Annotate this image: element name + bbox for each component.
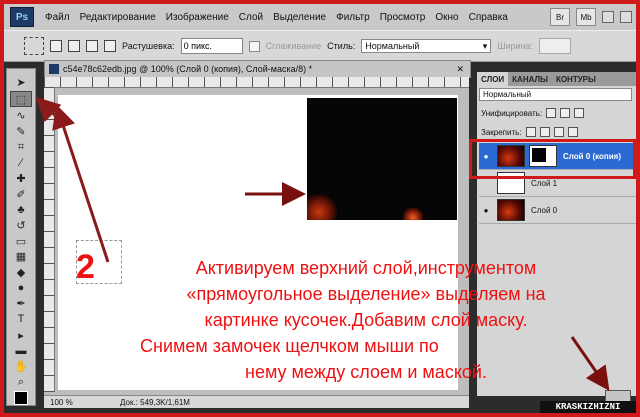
antialias-label: Сглаживание bbox=[265, 41, 322, 51]
menu-bar: Ps Файл Редактирование Изображение Слой … bbox=[4, 4, 636, 30]
shape-tool-icon[interactable]: ▬ bbox=[11, 343, 31, 358]
menu-edit[interactable]: Редактирование bbox=[75, 12, 161, 23]
document-tab[interactable]: c54e78c62edb.jpg @ 100% (Слой 0 (копия),… bbox=[44, 60, 471, 78]
screen-mode-icon[interactable] bbox=[620, 11, 632, 23]
blend-mode-select[interactable]: Нормальный bbox=[479, 88, 632, 101]
lock-row: Закрепить: bbox=[481, 127, 578, 137]
add-selection-icon[interactable] bbox=[68, 40, 80, 52]
clone-stamp-tool-icon[interactable]: ♣ bbox=[11, 202, 31, 217]
lock-all-icon[interactable] bbox=[567, 127, 578, 137]
unify-row: Унифицировать: bbox=[481, 108, 585, 118]
lock-position-icon[interactable] bbox=[553, 127, 564, 137]
width-input[interactable] bbox=[539, 38, 572, 54]
layers-panel-tabs: СЛОИ КАНАЛЫ КОНТУРЫ bbox=[477, 72, 636, 86]
tab-channels[interactable]: КАНАЛЫ bbox=[508, 75, 552, 84]
photoshop-logo: Ps bbox=[10, 7, 34, 27]
path-selection-tool-icon[interactable]: ▸ bbox=[11, 328, 31, 343]
history-brush-tool-icon[interactable]: ↺ bbox=[11, 218, 31, 233]
menu-filter[interactable]: Фильтр bbox=[331, 12, 375, 23]
width-label: Ширина: bbox=[497, 41, 534, 51]
feather-label: Растушевка: bbox=[122, 41, 175, 51]
layer-row[interactable]: ● Слой 0 bbox=[479, 197, 636, 224]
menu-select[interactable]: Выделение bbox=[268, 12, 331, 23]
lock-transparency-icon[interactable] bbox=[525, 127, 536, 137]
type-tool-icon[interactable]: T bbox=[11, 312, 31, 327]
subtract-selection-icon[interactable] bbox=[86, 40, 98, 52]
unify-style-icon[interactable] bbox=[574, 108, 585, 118]
document-size: Док.: 549,3K/1,61M bbox=[120, 397, 190, 407]
layer-name: Слой 1 bbox=[531, 178, 558, 188]
style-value: Нормальный bbox=[365, 41, 420, 51]
feather-input[interactable] bbox=[180, 38, 243, 54]
fire-glow bbox=[403, 208, 423, 220]
foreground-color-swatch[interactable] bbox=[11, 390, 31, 405]
move-tool-icon[interactable]: ➤ bbox=[11, 75, 31, 90]
step-number: 2 bbox=[76, 248, 95, 286]
status-bar: 100 % Док.: 549,3K/1,61M bbox=[44, 395, 469, 408]
dodge-tool-icon[interactable]: ● bbox=[11, 281, 31, 296]
tab-layers[interactable]: СЛОИ bbox=[477, 72, 509, 86]
lock-label: Закрепить: bbox=[481, 127, 522, 137]
zoom-tool-icon[interactable]: ⌕ bbox=[11, 375, 31, 390]
unify-visibility-icon[interactable] bbox=[560, 108, 571, 118]
pen-tool-icon[interactable]: ✒ bbox=[11, 296, 31, 311]
eye-icon[interactable]: ● bbox=[479, 206, 493, 215]
eyedropper-tool-icon[interactable]: ⁄ bbox=[11, 155, 31, 170]
tab-paths[interactable]: КОНТУРЫ bbox=[552, 75, 600, 84]
instruction-line: Снимем замочек щелчком мыши по bbox=[140, 336, 439, 356]
menu-file[interactable]: Файл bbox=[40, 12, 75, 23]
layer-thumbnail bbox=[497, 199, 525, 221]
menu-layer[interactable]: Слой bbox=[234, 12, 268, 23]
document-icon bbox=[49, 64, 59, 74]
antialias-checkbox[interactable] bbox=[248, 40, 260, 52]
unify-position-icon[interactable] bbox=[546, 108, 557, 118]
highlight-box bbox=[469, 139, 636, 179]
quick-select-tool-icon[interactable]: ✎ bbox=[11, 124, 31, 139]
instruction-line: нему между слоем и маской. bbox=[245, 362, 487, 382]
rectangular-marquee-tool-icon[interactable]: ⬚ bbox=[10, 90, 32, 108]
menu-help[interactable]: Справка bbox=[464, 12, 513, 23]
menu-window[interactable]: Окно bbox=[430, 12, 463, 23]
vertical-ruler[interactable] bbox=[44, 87, 55, 392]
brush-tool-icon[interactable]: ✐ bbox=[11, 187, 31, 202]
lock-pixels-icon[interactable] bbox=[539, 127, 550, 137]
crop-tool-icon[interactable]: ⌗ bbox=[11, 140, 31, 155]
instruction-line: картинке кусочек.Добавим слой маску. bbox=[204, 310, 528, 330]
marquee-tool-preset-icon[interactable] bbox=[24, 37, 44, 55]
instruction-line: «прямоугольное выделение» выделяем на bbox=[186, 284, 546, 304]
horizontal-ruler[interactable] bbox=[44, 77, 469, 88]
instruction-text: Активируем верхний слой,инструментом «пр… bbox=[116, 255, 616, 385]
options-bar: Растушевка: Сглаживание Стиль: Нормальны… bbox=[4, 30, 636, 62]
menu-image[interactable]: Изображение bbox=[161, 12, 234, 23]
instruction-line: Активируем верхний слой,инструментом bbox=[195, 258, 537, 278]
style-label: Стиль: bbox=[327, 41, 356, 51]
style-select[interactable]: Нормальный ▾ bbox=[361, 39, 492, 53]
arrange-documents-icon[interactable] bbox=[602, 11, 614, 23]
fire-glow bbox=[307, 194, 337, 220]
chevron-down-icon: ▾ bbox=[482, 40, 488, 51]
document-title: c54e78c62edb.jpg @ 100% (Слой 0 (копия),… bbox=[63, 64, 313, 74]
bridge-button[interactable]: Br bbox=[550, 8, 570, 26]
tools-panel: ➤ ⬚ ∿ ✎ ⌗ ⁄ ✚ ✐ ♣ ↺ ▭ ▦ ◆ ● ✒ T ▸ ▬ ✋ ⌕ bbox=[6, 68, 36, 406]
zoom-level[interactable]: 100 % bbox=[44, 398, 90, 407]
watermark: KRASKIZHIZNI bbox=[540, 401, 636, 413]
blur-tool-icon[interactable]: ◆ bbox=[11, 265, 31, 280]
close-icon[interactable]: ✕ bbox=[456, 64, 464, 75]
healing-brush-tool-icon[interactable]: ✚ bbox=[11, 171, 31, 186]
unify-label: Унифицировать: bbox=[481, 108, 543, 118]
gradient-tool-icon[interactable]: ▦ bbox=[11, 249, 31, 264]
lasso-tool-icon[interactable]: ∿ bbox=[11, 108, 31, 123]
intersect-selection-icon[interactable] bbox=[104, 40, 116, 52]
new-selection-icon[interactable] bbox=[50, 40, 62, 52]
hand-tool-icon[interactable]: ✋ bbox=[11, 359, 31, 374]
eraser-tool-icon[interactable]: ▭ bbox=[11, 234, 31, 249]
layer-name: Слой 0 bbox=[531, 205, 558, 215]
menu-view[interactable]: Просмотр bbox=[375, 12, 431, 23]
layer-image-content bbox=[307, 98, 457, 220]
minibridge-button[interactable]: Mb bbox=[576, 8, 596, 26]
